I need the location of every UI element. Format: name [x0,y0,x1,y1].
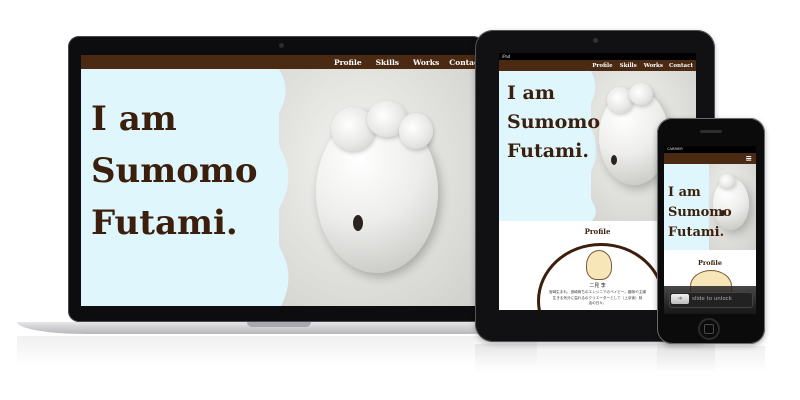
sculpture-hair-curl [399,113,433,149]
hero-line-2: Sumomo [507,111,601,133]
nav-profile[interactable]: Profile [334,58,362,67]
phone-reflection [657,346,765,372]
wave-edge [267,69,289,306]
unlock-slider-handle[interactable]: ➜ [671,294,689,304]
laptop-screen: Profile Skills Works Contact I am Sumomo… [81,55,476,306]
sculpture-mouth [353,215,363,231]
phone-screen: CARRIER ≡ I am Sumomo Futami. Profile ➜ … [664,146,756,314]
hero-line-1: I am [91,99,177,139]
tablet-status-bar: iPad [499,53,696,60]
nav-works[interactable]: Works [413,58,439,67]
nav-skills[interactable]: Skills [620,63,637,69]
tablet-status-label: iPad [502,54,511,59]
hero-line-2: Sumomo [668,205,732,220]
sculpture-hair-curl [629,83,653,105]
nav-profile[interactable]: Profile [592,63,612,69]
hero-title: I am Sumomo Futami. [668,183,732,243]
hamburger-menu-icon[interactable]: ≡ [745,154,752,163]
unlock-bar: ➜ slide to unlock [664,286,756,314]
phone-status-bar: CARRIER [664,146,756,153]
hero-title: I am Sumomo Futami. [91,93,258,249]
sculpture-mouth [611,155,617,165]
laptop-camera [279,43,284,48]
hero-line-1: I am [668,185,701,200]
laptop-reflection [17,336,537,366]
hero-line-2: Sumomo [91,151,258,191]
site-nav: Profile Skills Works Contact [499,60,696,71]
hero-line-3: Futami. [507,140,589,162]
phone-speaker [700,130,722,133]
hero-line-3: Futami. [91,203,238,243]
hero-line-3: Futami. [668,225,725,240]
unlock-label: slide to unlock [692,296,732,302]
profile-avatar [586,250,612,280]
hero-title: I am Sumomo Futami. [507,79,600,166]
site-nav: ≡ [664,153,756,164]
phone-carrier: CARRIER [667,147,683,151]
nav-works[interactable]: Works [644,63,663,69]
site-nav: Profile Skills Works Contact [81,55,476,69]
home-button-icon [704,324,714,334]
hero-line-1: I am [507,82,555,104]
laptop-notch [247,322,311,327]
nav-skills[interactable]: Skills [376,58,399,67]
hero-photo [267,69,476,306]
nav-contact[interactable]: Contact [449,58,476,67]
nav-contact[interactable]: Contact [669,63,693,69]
profile-section-title: Profile [698,259,722,267]
tablet-camera [593,38,598,43]
